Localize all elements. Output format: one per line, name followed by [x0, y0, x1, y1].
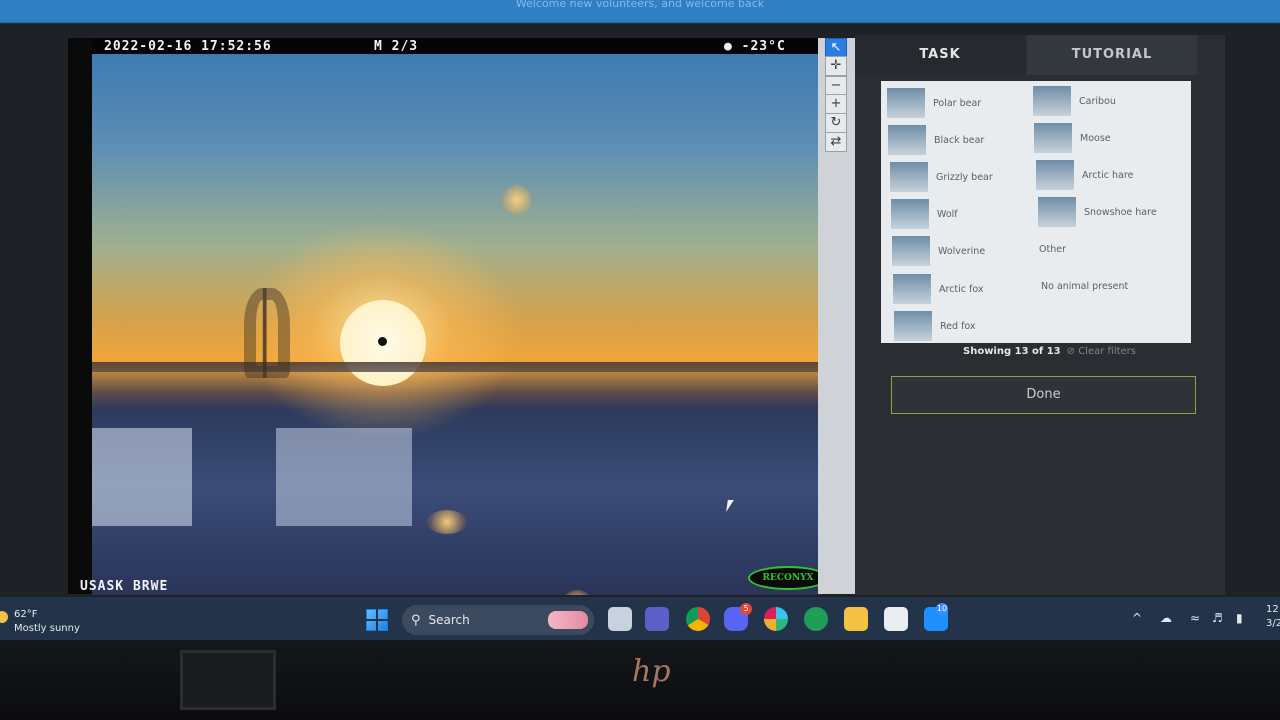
welcome-banner: Welcome new volunteers, and welcome back [515, 0, 765, 10]
choice-arctic-hare[interactable]: Arctic hare [1036, 159, 1133, 191]
choice-label: No animal present [1041, 280, 1129, 292]
choice-arctic-fox[interactable]: Arctic fox [893, 273, 984, 305]
choice-polar-bear[interactable]: Polar bear [887, 87, 981, 119]
hp-logo: hp [632, 654, 671, 689]
chevron-up-icon[interactable]: ^ [1132, 611, 1142, 625]
photo-site-code: USASK BRWE [80, 579, 169, 594]
choice-label: Polar bear [933, 97, 982, 109]
trail-camera-photo[interactable] [92, 50, 822, 595]
clear-filters-link[interactable]: ⊘ Clear filters [1067, 346, 1136, 357]
lens-flare [502, 185, 532, 215]
teams-chat-icon[interactable] [645, 607, 669, 631]
choice-label: Grizzly bear [936, 171, 993, 183]
file-explorer-icon[interactable] [844, 607, 868, 631]
classification-panel: TASK TUTORIAL Polar bear Caribou Black b… [855, 35, 1225, 595]
choice-label: Red fox [940, 320, 976, 332]
choice-label: Moose [1080, 132, 1111, 144]
choice-wolverine[interactable]: Wolverine [892, 235, 985, 267]
window-reflection [92, 428, 192, 526]
choice-other[interactable]: Other [1039, 233, 1066, 265]
choice-wolf[interactable]: Wolf [891, 198, 958, 230]
choice-thumbnail [892, 236, 930, 266]
choice-thumbnail [1036, 160, 1074, 190]
weather-description[interactable]: Mostly sunny [14, 623, 80, 634]
choice-thumbnail [887, 88, 925, 118]
choice-label: Wolverine [938, 245, 986, 257]
calendar-24-icon[interactable] [804, 607, 828, 631]
choice-label: Snowshoe hare [1084, 206, 1157, 218]
choice-grizzly-bear[interactable]: Grizzly bear [890, 161, 993, 193]
windows-start-icon[interactable] [366, 609, 388, 631]
chrome-icon[interactable] [686, 607, 710, 631]
bezel-reflection [180, 650, 276, 710]
choice-red-fox[interactable]: Red fox [894, 310, 976, 342]
choice-label: Black bear [934, 134, 985, 146]
choice-label: Arctic fox [939, 283, 984, 295]
move-tool-button[interactable]: ✛ [825, 56, 847, 76]
rotate-button[interactable]: ↻ [825, 113, 847, 133]
battery-icon[interactable]: ▮ [1236, 611, 1243, 625]
showing-count: Showing 13 of 13 [963, 346, 1061, 357]
treeline-horizon [92, 362, 822, 372]
clock-time: 12 [1266, 604, 1279, 615]
choice-label: Caribou [1079, 95, 1116, 107]
choice-thumbnail [1034, 123, 1072, 153]
choice-black-bear[interactable]: Black bear [888, 124, 984, 156]
slack-icon[interactable] [764, 607, 788, 631]
tab-tutorial[interactable]: TUTORIAL [1027, 35, 1197, 75]
photo-frame-count: M 2/3 [374, 39, 419, 54]
choice-thumbnail [890, 162, 928, 192]
choice-thumbnail [888, 125, 926, 155]
choice-label: Arctic hare [1082, 169, 1134, 181]
volume-icon[interactable]: ♬ [1212, 611, 1223, 625]
photo-timestamp: 2022-02-16 17:52:56 [104, 39, 272, 54]
choice-thumbnail [891, 199, 929, 229]
microsoft-store-icon[interactable] [884, 607, 908, 631]
sun-weather-icon[interactable] [0, 611, 8, 623]
lens-flare [562, 590, 592, 595]
choice-label: Wolf [937, 208, 958, 220]
cloud-icon[interactable]: ☁ [1160, 611, 1172, 625]
choice-thumbnail [893, 274, 931, 304]
clock-date: 3/2 [1266, 618, 1280, 629]
spruce-tree [244, 288, 290, 378]
subject-viewer[interactable]: 2022-02-16 17:52:56 M 2/3 ● -23°C USASK … [68, 38, 858, 595]
weather-temperature[interactable]: 62°F [14, 609, 37, 620]
search-icon: ⚲ [411, 612, 421, 628]
image-toolbar: ↖ ✛ − + ↻ ⇄ [818, 38, 858, 594]
choice-snowshoe-hare[interactable]: Snowshoe hare [1038, 196, 1157, 228]
choice-caribou[interactable]: Caribou [1033, 85, 1116, 117]
zoom-out-button[interactable]: − [825, 76, 847, 96]
wifi-icon[interactable]: ≈ [1190, 611, 1200, 625]
choice-thumbnail [1038, 197, 1076, 227]
taskbar-search-box[interactable]: ⚲ Search [402, 605, 594, 635]
photo-temperature: ● -23°C [724, 39, 786, 54]
choice-no-animal-present[interactable]: No animal present [1041, 270, 1128, 302]
choice-label: Other [1039, 243, 1066, 255]
tab-task[interactable]: TASK [855, 35, 1025, 75]
task-view-icon[interactable] [608, 607, 632, 631]
search-highlight-icon [548, 611, 588, 629]
done-button[interactable]: Done [891, 376, 1196, 414]
lens-flare [427, 510, 467, 534]
choice-thumbnail [1033, 86, 1071, 116]
pointer-tool-button[interactable]: ↖ [825, 38, 847, 58]
lens-spot [378, 337, 387, 346]
window-reflection [276, 428, 412, 526]
windows-taskbar: 62°F Mostly sunny ⚲ Search 5 10 ^ ☁ ≈ ♬ … [0, 597, 1280, 641]
reconyx-logo: RECONYX [748, 566, 828, 590]
store-notification-badge: 10 [936, 603, 948, 615]
system-clock[interactable]: 12 3/2 [1266, 603, 1280, 631]
reset-view-button[interactable]: ⇄ [825, 132, 847, 152]
search-placeholder: Search [428, 613, 470, 627]
species-choice-grid: Polar bear Caribou Black bear Moose Griz… [881, 81, 1191, 343]
choice-moose[interactable]: Moose [1034, 122, 1111, 154]
filter-status: Showing 13 of 13 ⊘ Clear filters [963, 346, 1136, 357]
discord-notification-badge: 5 [740, 603, 752, 615]
choice-thumbnail [894, 311, 932, 341]
zoom-in-button[interactable]: + [825, 94, 847, 114]
